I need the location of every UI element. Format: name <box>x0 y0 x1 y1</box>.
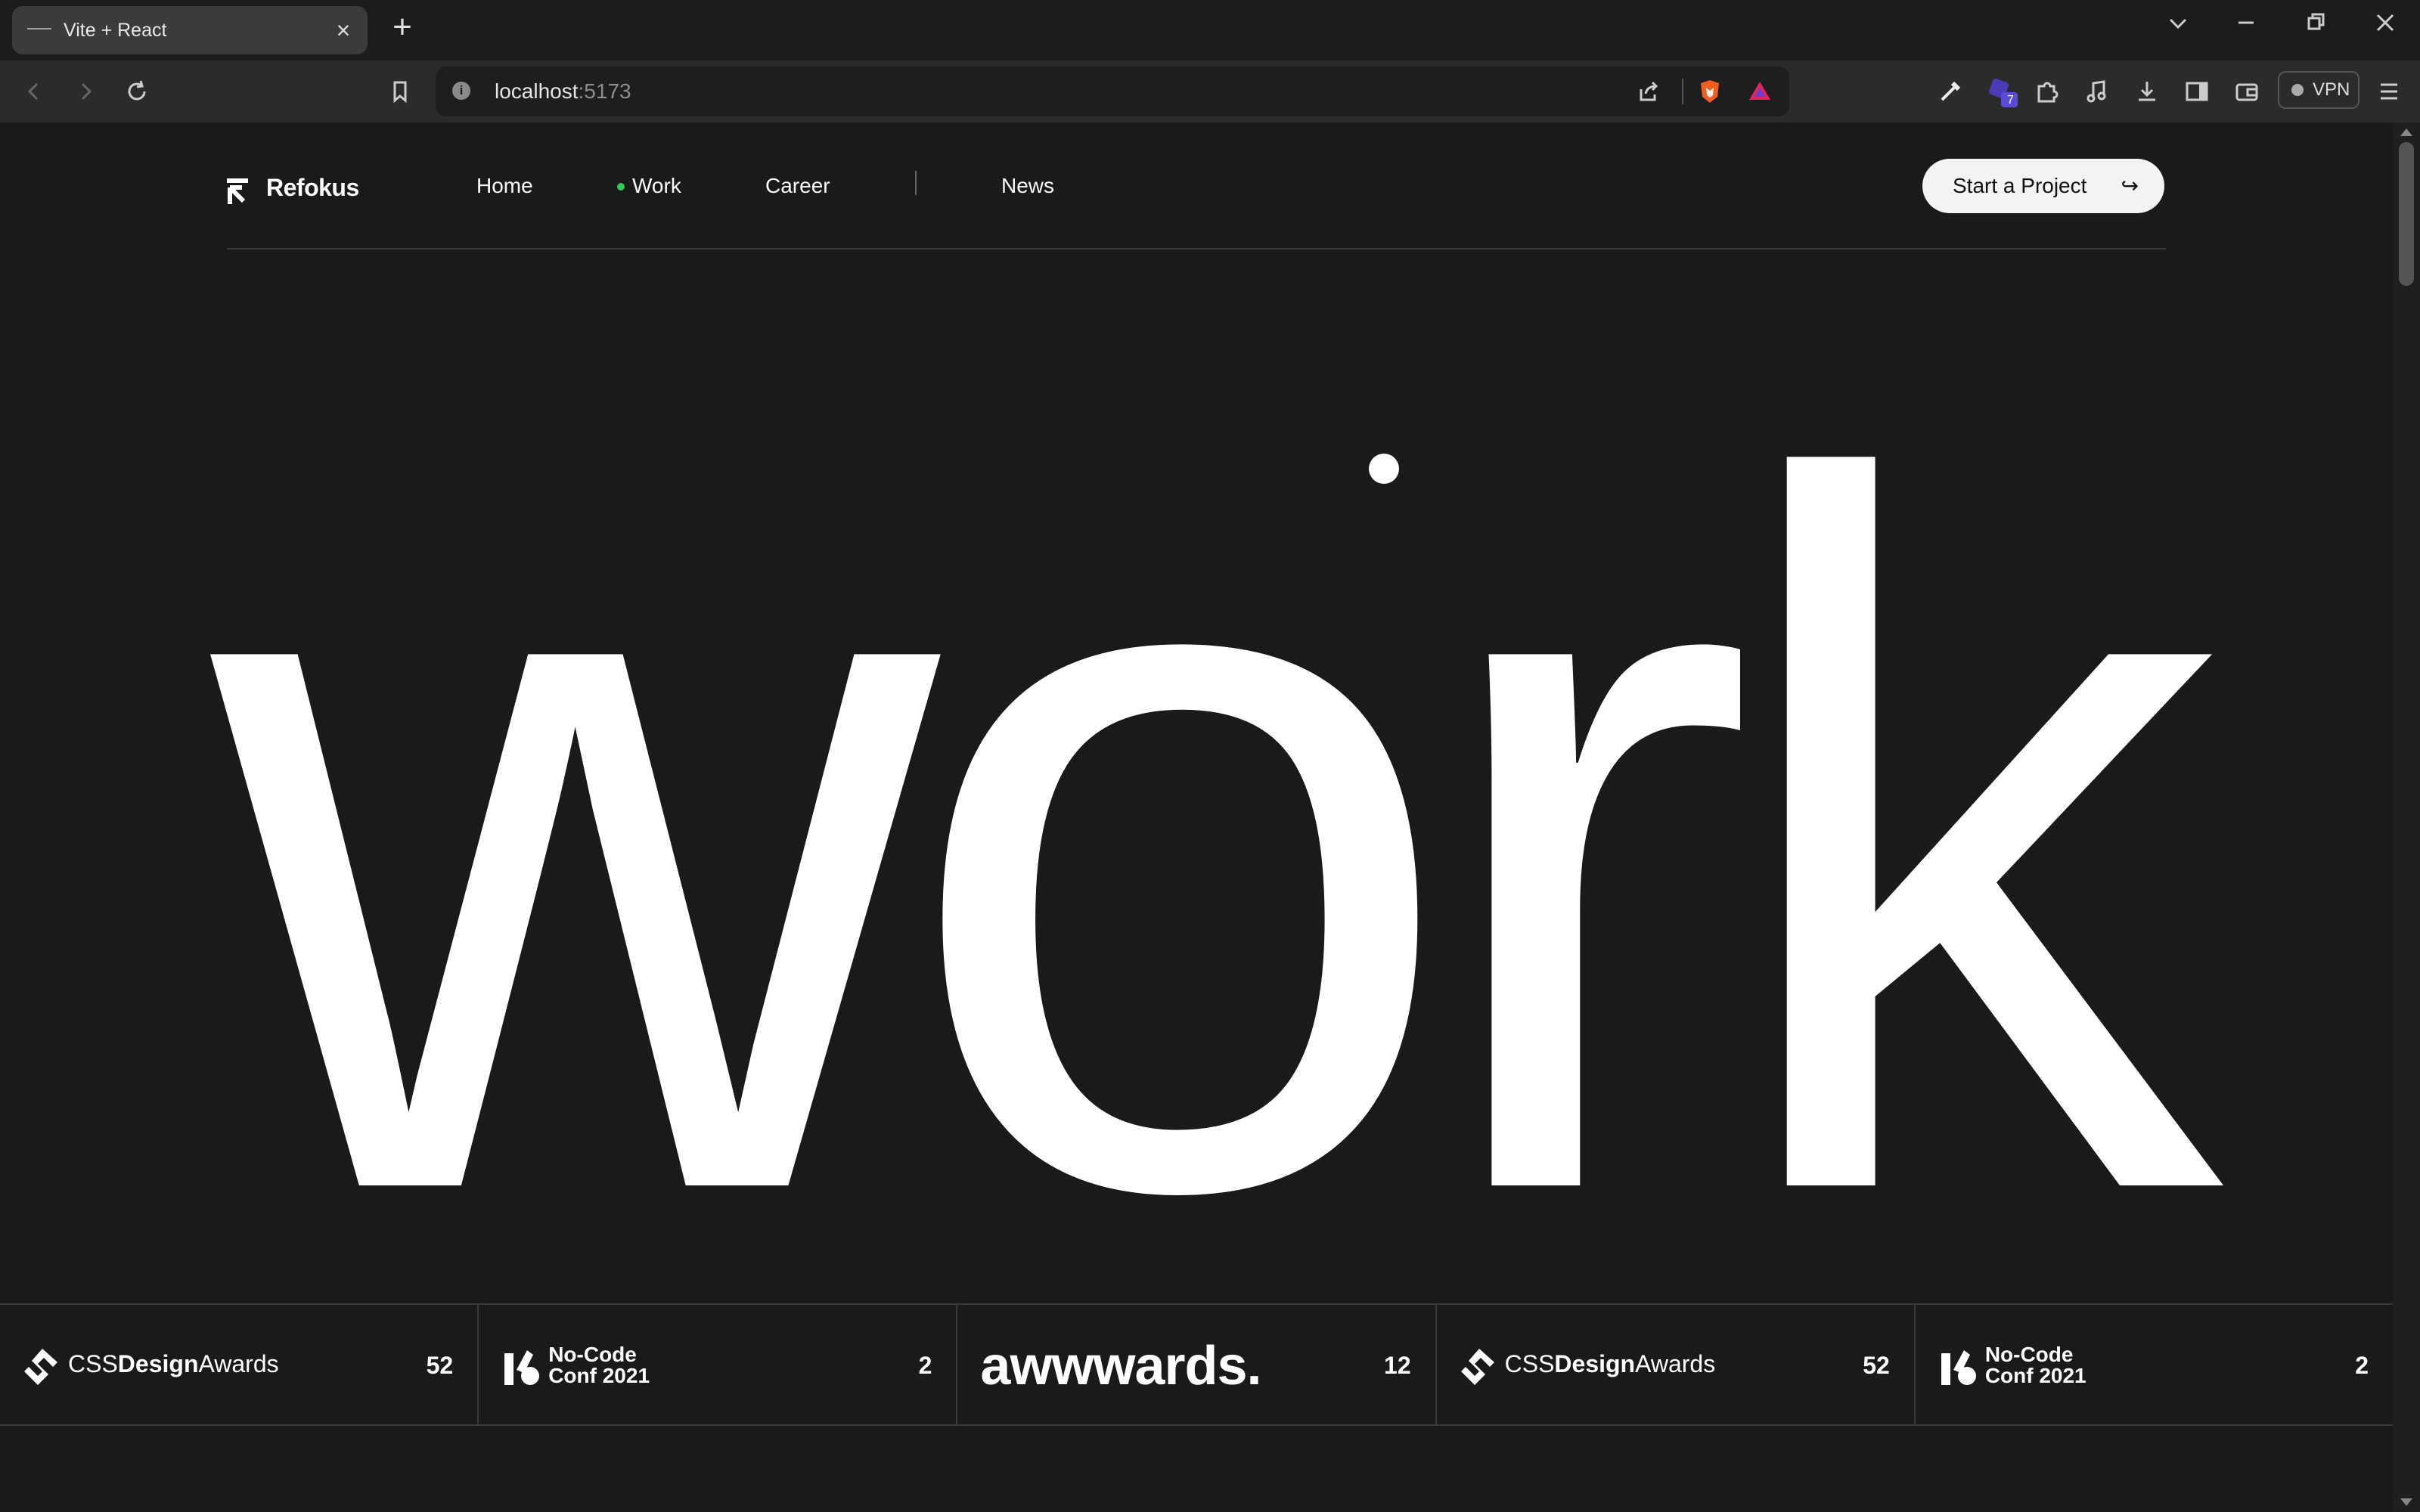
vpn-status-icon <box>2291 84 2304 96</box>
close-tab-icon[interactable]: × <box>330 17 357 44</box>
share-icon[interactable] <box>1630 74 1665 109</box>
nav-link-home[interactable]: Home <box>476 174 533 198</box>
minimize-icon[interactable] <box>2228 8 2264 38</box>
address-bar[interactable]: i localhost:5173 <box>436 67 1789 116</box>
award-item[interactable]: CSSDesignAwards 52 <box>0 1305 479 1424</box>
brand-name: Refokus <box>266 174 359 201</box>
award-item[interactable]: CSSDesignAwards 52 <box>1437 1305 1916 1424</box>
bookmark-icon[interactable] <box>383 74 417 109</box>
extension-badge-icon[interactable]: 7 <box>1984 74 2019 109</box>
award-name: CSSDesignAwards <box>1504 1350 1716 1377</box>
custom-cursor-dot <box>1369 454 1399 484</box>
brave-rewards-icon[interactable] <box>1742 74 1777 109</box>
hero-heading: work <box>212 275 2222 1399</box>
new-tab-button[interactable]: + <box>387 11 417 44</box>
close-window-icon[interactable] <box>2367 8 2403 38</box>
brave-shields-icon[interactable] <box>1692 74 1727 109</box>
scroll-down-icon[interactable] <box>2400 1498 2412 1506</box>
no-code-conf-icon <box>1941 1350 1976 1385</box>
downloads-icon[interactable] <box>2130 74 2164 109</box>
nav-link-career[interactable]: Career <box>765 174 830 198</box>
award-item[interactable]: No-Code Conf 2021 2 <box>1916 1305 2393 1424</box>
browser-menu-icon[interactable] <box>2372 74 2406 109</box>
vpn-button[interactable]: VPN <box>2278 71 2360 109</box>
browser-toolbar: i localhost:5173 7 VPN <box>0 60 2420 122</box>
award-item[interactable]: No-Code Conf 2021 2 <box>479 1305 958 1424</box>
active-indicator-dot <box>617 183 625 191</box>
nav-divider <box>915 171 917 195</box>
back-icon[interactable] <box>17 74 51 109</box>
vpn-label: VPN <box>2313 79 2350 100</box>
start-project-label: Start a Project <box>1953 174 2087 197</box>
tab-title: Vite + React <box>64 20 167 41</box>
start-project-button[interactable]: Start a Project ↪ <box>1922 159 2164 213</box>
favicon-icon <box>27 28 51 34</box>
sidebar-toggle-icon[interactable] <box>2180 74 2214 109</box>
forward-icon[interactable] <box>68 74 103 109</box>
award-name: CSSDesignAwards <box>68 1350 279 1377</box>
wallet-icon[interactable] <box>2229 74 2264 109</box>
toolbar-separator <box>1682 79 1683 104</box>
award-count: 12 <box>1384 1352 1411 1379</box>
award-count: 52 <box>426 1352 454 1379</box>
extensions-puzzle-icon[interactable] <box>2030 74 2065 109</box>
extension-badge-count: 7 <box>2007 94 2014 107</box>
page-scrollbar[interactable] <box>2393 122 2420 1512</box>
browser-titlebar: Vite + React × + <box>0 0 2420 60</box>
reload-icon[interactable] <box>119 74 154 109</box>
page-viewport: Refokus Home Work Career News Start a Pr… <box>0 122 2393 1512</box>
arrow-return-icon: ↪ <box>2121 174 2139 197</box>
site-info-icon[interactable]: i <box>452 82 470 100</box>
award-count: 52 <box>1863 1352 1890 1379</box>
award-name: No-Code Conf 2021 <box>1984 1343 2086 1387</box>
header-divider <box>227 248 2166 249</box>
restore-icon[interactable] <box>2297 8 2334 38</box>
css-design-awards-icon <box>1460 1349 1494 1385</box>
media-music-icon[interactable] <box>2080 74 2114 109</box>
refokus-logo-icon <box>227 178 248 204</box>
nav-link-news[interactable]: News <box>1001 174 1054 198</box>
browser-tab[interactable]: Vite + React × <box>12 6 368 54</box>
award-name: awwwards. <box>980 1336 1261 1396</box>
scroll-up-icon[interactable] <box>2400 129 2412 136</box>
css-design-awards-icon <box>24 1349 57 1385</box>
url-text: localhost:5173 <box>495 79 631 103</box>
award-item[interactable]: awwwards. 12 <box>957 1305 1437 1424</box>
award-name: No-Code Conf 2021 <box>548 1343 650 1387</box>
eyedropper-icon[interactable] <box>1933 74 1968 109</box>
awards-strip: CSSDesignAwards 52 No-Code Conf 2021 2 aw… <box>0 1303 2393 1426</box>
tab-search-icon[interactable] <box>2160 8 2196 38</box>
award-count: 2 <box>918 1352 932 1379</box>
scrollbar-thumb[interactable] <box>2399 142 2414 286</box>
award-count: 2 <box>2355 1352 2369 1379</box>
nav-link-work[interactable]: Work <box>632 174 681 198</box>
no-code-conf-icon <box>504 1350 540 1385</box>
